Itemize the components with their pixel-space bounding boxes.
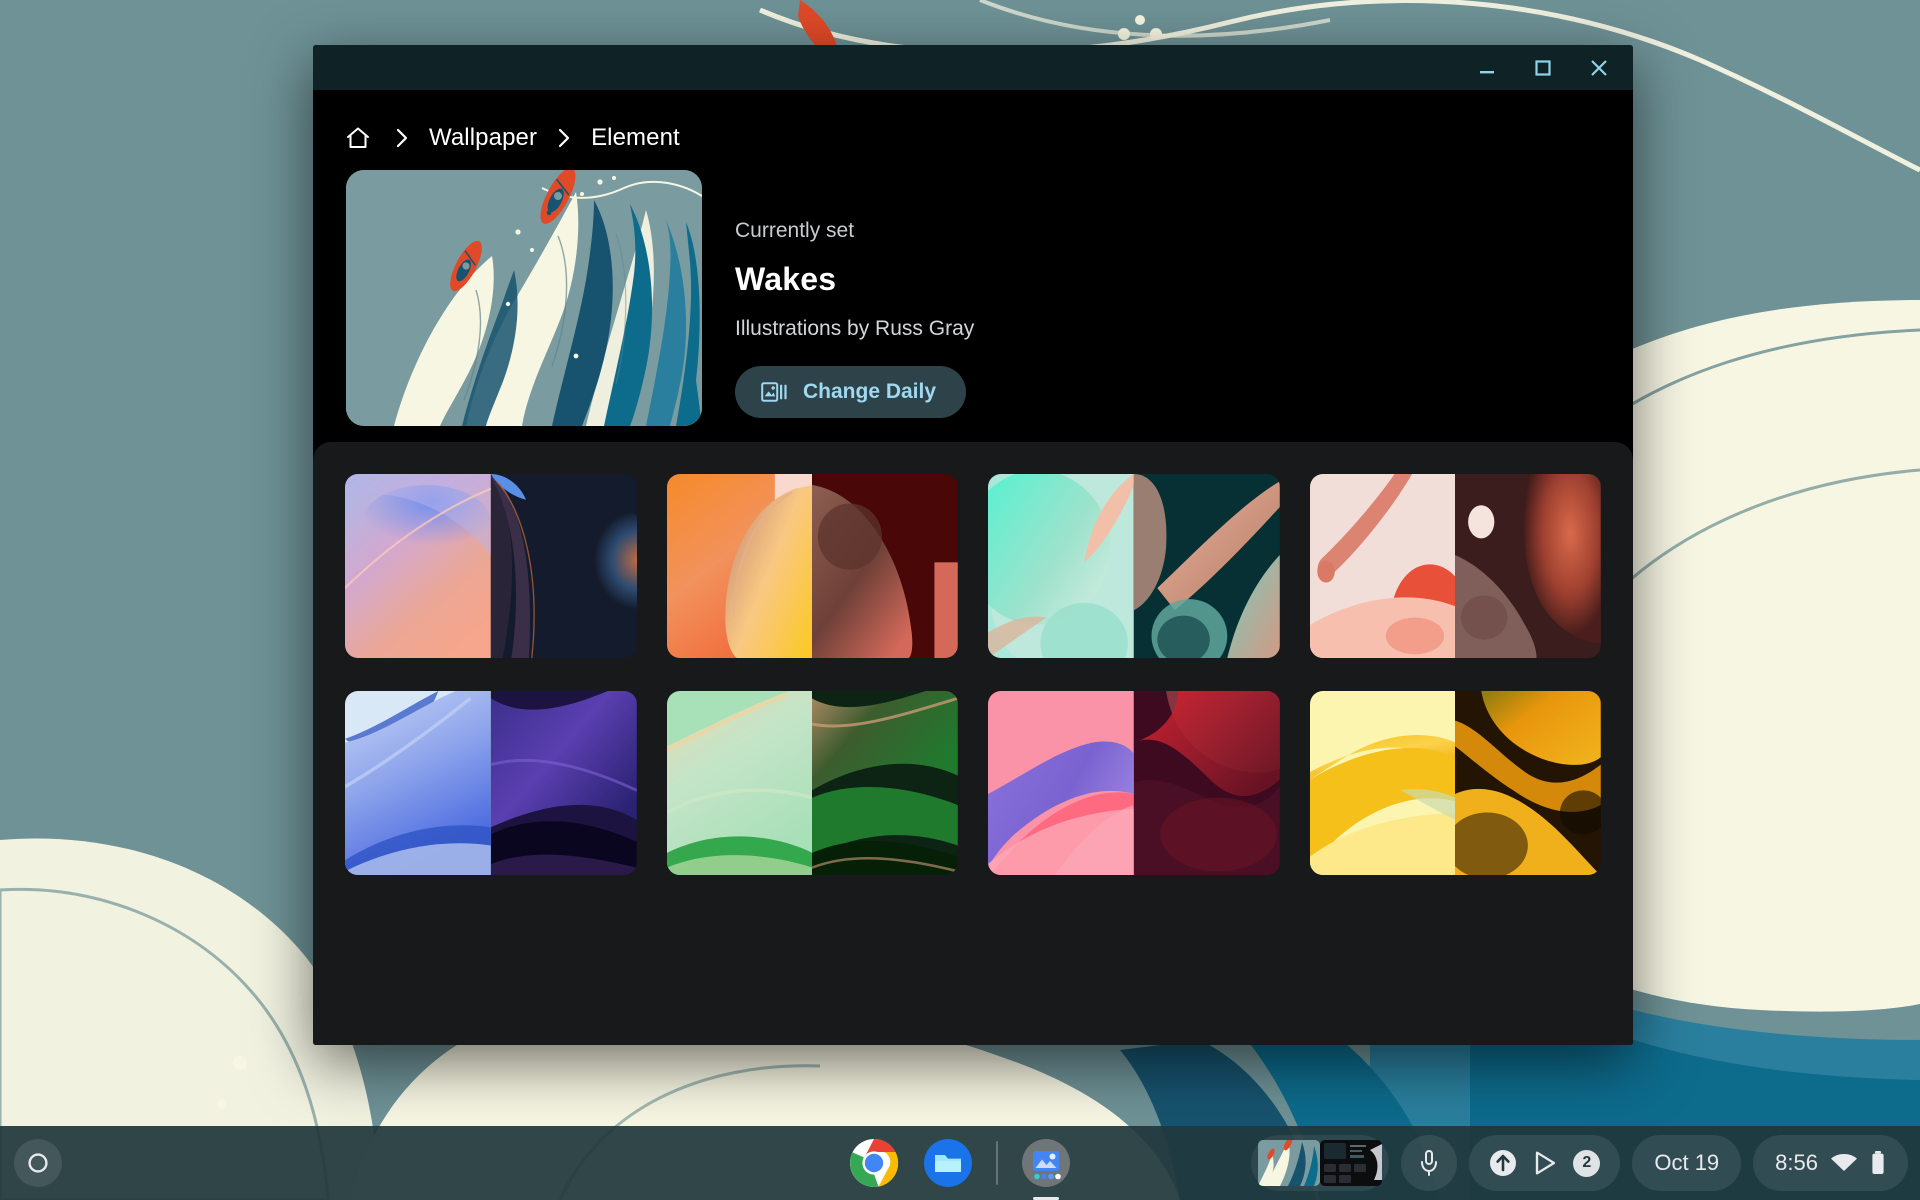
wallpaper-collection-panel [313,442,1633,1045]
tile-7-dark-art [1133,691,1280,875]
chevron-right-icon [396,128,408,148]
tile-4-light-art [1309,474,1456,658]
arrow-up-circle-icon [1490,1150,1517,1176]
tile-4-light-variant [1309,474,1456,658]
preview-wallpaper-app[interactable] [1320,1140,1383,1186]
tile-4-dark-variant [1455,474,1601,658]
maximize-button[interactable] [1515,45,1571,90]
maximize-icon [1535,59,1551,76]
breadcrumb-separator-2 [537,126,591,150]
wakes-thumbnail-art [346,170,702,426]
shelf-item-files[interactable] [922,1137,974,1189]
circle-icon [28,1153,48,1173]
current-wallpaper-info: Currently set Wakes Illustrations by Rus… [735,170,974,426]
shelf-item-wallpaper[interactable] [1020,1137,1072,1189]
shelf-status-area: 2 Oct 19 8:56 [1251,1126,1908,1200]
currently-set-label: Currently set [735,219,855,242]
notification-badge: 2 [1573,1149,1601,1177]
tile-3-light-variant [988,474,1134,658]
chrome-icon [850,1138,899,1188]
tile-5-light-art [345,691,491,875]
tile-6-dark-variant [812,691,958,875]
tile-1-dark-variant [490,474,637,658]
tile-8-dark-art [1455,691,1601,875]
wallpaper-tile-5[interactable] [345,691,637,875]
currently-set-section: Currently set Wakes Illustrations by Rus… [313,164,1633,426]
folder-icon [924,1139,972,1187]
tile-8-light-art [1309,691,1456,875]
wallpaper-tile-8[interactable] [1309,691,1601,875]
home-icon [347,127,369,148]
wallpaper-app-window: Wallpaper Element Currently set Wakes Il… [313,45,1633,1045]
tile-5-light-variant [345,691,491,875]
breadcrumb-separator [375,126,429,150]
wallpaper-tile-3[interactable] [988,474,1280,658]
shelf-item-chrome[interactable] [848,1137,900,1189]
mic-button[interactable] [1401,1135,1458,1191]
tile-8-dark-variant [1455,691,1601,875]
tile-6-light-variant [666,691,813,875]
tile-2-dark-art [812,474,958,658]
change-daily-label: Change Daily [803,380,937,404]
current-wallpaper-preview[interactable] [346,170,702,426]
tile-3-light-art [988,474,1134,658]
close-icon [1591,59,1607,76]
app-content: Wallpaper Element Currently set Wakes Il… [313,90,1633,1045]
wallpaper-tile-1[interactable] [345,474,637,658]
tile-5-dark-art [490,691,637,875]
wallpaper-tile-4[interactable] [1309,474,1601,658]
tile-1-light-variant [345,474,491,658]
wallpaper-app-icon [1022,1139,1070,1187]
wifi-icon [1831,1153,1857,1171]
breadcrumb: Wallpaper Element [313,90,1633,164]
tile-8-light-variant [1309,691,1456,875]
date-button[interactable]: Oct 19 [1632,1135,1742,1191]
minimize-button[interactable] [1459,45,1515,90]
wallpaper-tile-6[interactable] [666,691,958,875]
play-store-icon [1536,1151,1556,1175]
app-window-preview [1320,1140,1383,1186]
wallpaper-attribution: Illustrations by Russ Gray [735,316,975,340]
tile-2-light-art [666,474,813,658]
tile-6-light-art [666,691,813,875]
date-label: Oct 19 [1654,1150,1720,1175]
status-button[interactable]: 8:56 [1753,1135,1908,1191]
close-button[interactable] [1571,45,1627,90]
window-titlebar[interactable] [313,45,1633,90]
wallpaper-grid [345,474,1601,875]
tile-4-dark-art [1455,474,1601,658]
tile-1-dark-art [490,474,637,658]
system-tray[interactable]: 2 [1469,1135,1621,1191]
time-label: 8:56 [1775,1150,1818,1175]
shelf: 2 Oct 19 8:56 [0,1126,1920,1200]
change-daily-button[interactable]: Change Daily [735,366,967,419]
microphone-icon [1421,1150,1438,1176]
tile-2-dark-variant [812,474,958,658]
tile-6-dark-art [812,691,958,875]
window-preview-group[interactable] [1251,1135,1390,1191]
breadcrumb-item-wallpaper[interactable]: Wallpaper [429,124,537,152]
breadcrumb-item-element[interactable]: Element [591,124,680,152]
tile-5-dark-variant [490,691,637,875]
battery-icon [1872,1151,1884,1174]
minimize-icon [1480,70,1494,73]
tile-1-light-art [345,474,491,658]
tile-7-light-art [988,691,1134,875]
wallpaper-preview [1258,1140,1321,1186]
home-breadcrumb-button[interactable] [341,121,375,155]
shelf-divider [996,1141,998,1185]
tile-7-light-variant [988,691,1134,875]
wallpaper-tile-7[interactable] [988,691,1280,875]
chevron-right-icon [558,128,570,148]
slideshow-image-icon [761,382,787,402]
tile-3-dark-art [1133,474,1280,658]
wallpaper-tile-2[interactable] [666,474,958,658]
shelf-app-icons [848,1126,1072,1200]
tile-3-dark-variant [1133,474,1280,658]
tile-2-light-variant [666,474,813,658]
wallpaper-title: Wakes [735,261,837,298]
launcher-button[interactable] [14,1139,62,1187]
preview-wakes-wallpaper[interactable] [1258,1140,1321,1186]
tile-7-dark-variant [1133,691,1280,875]
